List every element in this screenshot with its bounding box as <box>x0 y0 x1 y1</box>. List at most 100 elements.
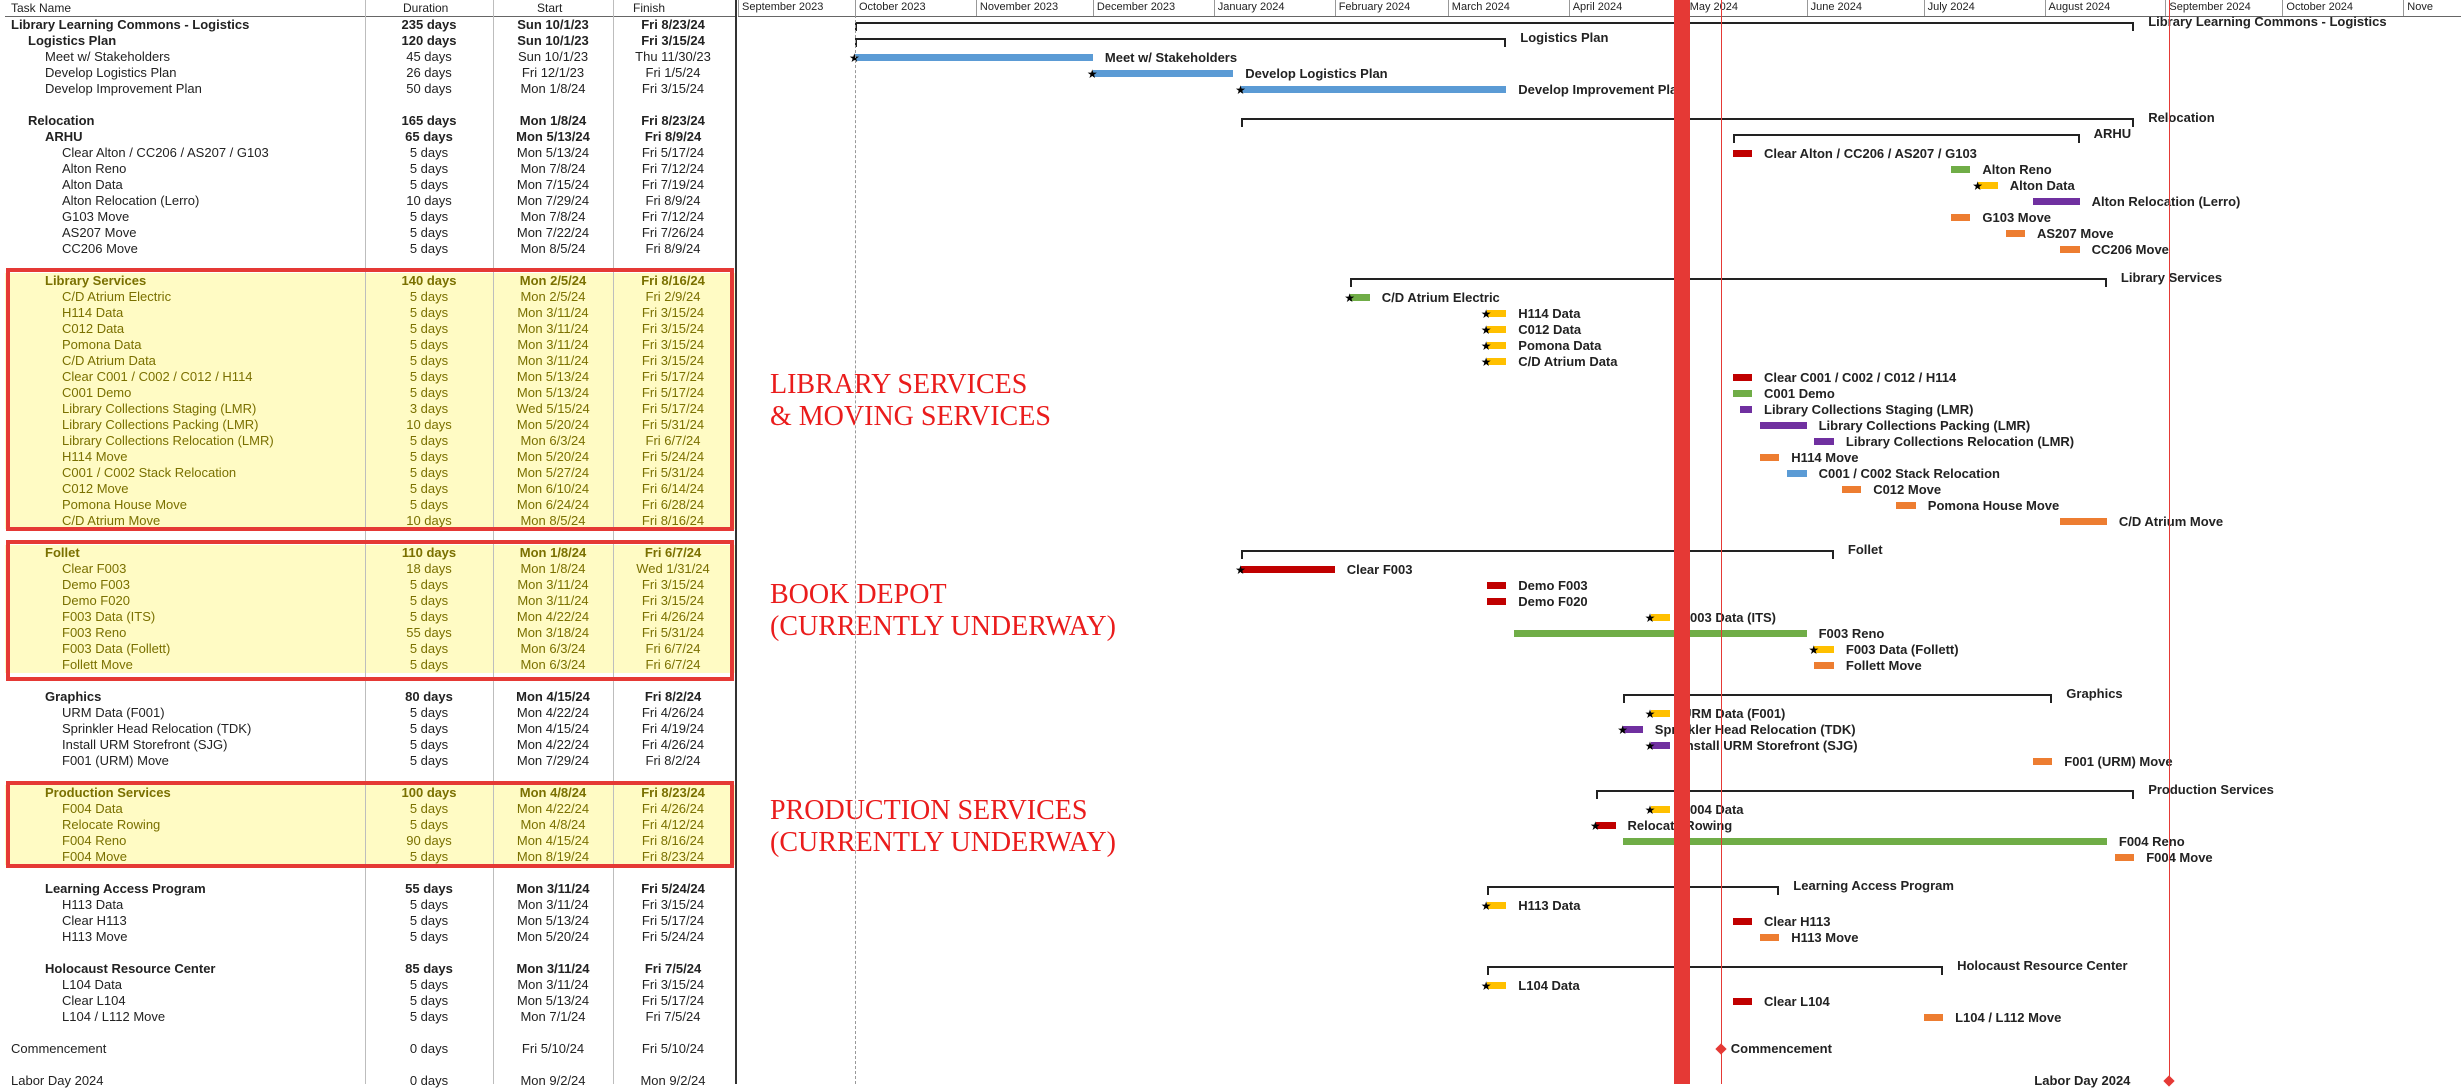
task-bar[interactable] <box>1759 422 1807 429</box>
task-bar[interactable] <box>1241 566 1335 573</box>
task-bar[interactable] <box>1740 406 1752 413</box>
task-bar[interactable] <box>1092 70 1234 77</box>
task-bar[interactable] <box>1486 598 1507 605</box>
table-row-blank[interactable] <box>5 97 735 113</box>
task-bar[interactable] <box>1814 438 1834 445</box>
table-row[interactable]: Meet w/ Stakeholders 45 days Sun 10/1/23 Th… <box>5 49 735 65</box>
table-row[interactable]: Alton Relocation (Lerro) 10 days Mon 7/29/… <box>5 193 735 209</box>
month-divider <box>1334 0 1336 16</box>
task-bar-label: CC206 Move <box>2091 242 2169 257</box>
task-bar[interactable] <box>1732 390 1752 397</box>
table-row[interactable]: H113 Move 5 days Mon 5/20/24 Fri 5/24/24 <box>5 929 735 945</box>
task-bar[interactable] <box>1759 454 1780 461</box>
finish-cell: Fri 8/9/24 <box>645 241 701 256</box>
table-row[interactable]: Learning Access Program 55 days Mon 3/11/2… <box>5 881 735 897</box>
task-bar[interactable] <box>1623 838 2107 845</box>
task-bar[interactable] <box>2060 246 2080 253</box>
task-bar[interactable] <box>1950 166 1971 173</box>
table-row[interactable]: Clear Alton / CC206 / AS207 / G103 5 days… <box>5 145 735 161</box>
table-row[interactable]: L104 / L112 Move 5 days Mon 7/1/24 Fri 7/5/… <box>5 1009 735 1025</box>
table-row[interactable]: Clear L104 5 days Mon 5/13/24 Fri 5/17/24 <box>5 993 735 1009</box>
task-bar[interactable] <box>2060 518 2107 525</box>
constraint-star-icon: ★ <box>1617 723 1629 737</box>
table-row[interactable]: H113 Data 5 days Mon 3/11/24 Fri 3/15/24 <box>5 897 735 913</box>
table-row[interactable]: Clear H113 5 days Mon 5/13/24 Fri 5/17/24 <box>5 913 735 929</box>
task-name-cell: Clear L104 <box>62 993 126 1008</box>
task-bar[interactable] <box>2032 198 2080 205</box>
task-bar[interactable] <box>1923 1014 1944 1021</box>
finish-cell: Fri 8/23/24 <box>641 17 705 32</box>
summary-bar-cap <box>2132 790 2135 799</box>
col-finish-header[interactable]: Finish <box>633 1 665 15</box>
task-bar[interactable] <box>1732 998 1752 1005</box>
duration-cell: 165 days <box>401 113 457 128</box>
task-bar[interactable] <box>1732 374 1752 381</box>
table-row[interactable]: Sprinkler Head Relocation (TDK) 5 days Mon… <box>5 721 735 737</box>
finish-cell: Fri 4/19/24 <box>641 721 705 736</box>
task-bar[interactable] <box>1841 486 1862 493</box>
table-row[interactable]: Alton Data 5 days Mon 7/15/24 Fri 7/19/24 <box>5 177 735 193</box>
task-bar[interactable] <box>2005 230 2025 237</box>
col-duration-header[interactable]: Duration <box>403 1 448 15</box>
task-bar[interactable] <box>1787 470 1807 477</box>
table-row[interactable]: Library Learning Commons - Logistics 235 … <box>5 17 735 33</box>
table-row[interactable]: L104 Data 5 days Mon 3/11/24 Fri 3/15/24 <box>5 977 735 993</box>
task-bar-label: Develop Logistics Plan <box>1245 66 1388 81</box>
summary-bar[interactable] <box>855 22 2135 24</box>
task-bar[interactable] <box>1759 934 1780 941</box>
table-row[interactable]: URM Data (F001) 5 days Mon 4/22/24 Fri 4/26… <box>5 705 735 721</box>
task-bar[interactable] <box>1486 582 1507 589</box>
task-bar-label: Clear C001 / C002 / C012 / H114 <box>1764 370 1957 385</box>
task-bar[interactable] <box>1814 662 1834 669</box>
duration-cell: 5 days <box>409 993 449 1008</box>
table-row[interactable]: Logistics Plan 120 days Sun 10/1/23 Fri 3/1… <box>5 33 735 49</box>
table-row[interactable]: CC206 Move 5 days Mon 8/5/24 Fri 8/9/24 <box>5 241 735 257</box>
task-bar[interactable] <box>1950 214 1971 221</box>
table-row[interactable]: Develop Improvement Plan 50 days Mon 1/8/2… <box>5 81 735 97</box>
col-task-name-header[interactable]: Task Name <box>11 1 71 15</box>
table-row[interactable]: AS207 Move 5 days Mon 7/22/24 Fri 7/26/24 <box>5 225 735 241</box>
start-cell: Mon 5/13/24 <box>516 145 590 160</box>
table-row[interactable]: Labor Day 2024 0 days Mon 9/2/24 Mon 9/2/24 <box>5 1073 735 1089</box>
table-row[interactable]: F001 (URM) Move 5 days Mon 7/29/24 Fri 8/2/… <box>5 753 735 769</box>
table-row[interactable]: Relocation 165 days Mon 1/8/24 Fri 8/23/24 <box>5 113 735 129</box>
summary-bar[interactable] <box>1350 278 2107 280</box>
summary-bar-cap <box>1831 550 1834 559</box>
task-bar-label: URM Data (F001) <box>1682 706 1786 721</box>
summary-bar[interactable] <box>1486 886 1780 888</box>
summary-bar[interactable] <box>1732 134 2080 136</box>
task-bar[interactable] <box>2032 758 2053 765</box>
task-bar[interactable] <box>855 54 1093 61</box>
table-row[interactable]: Holocaust Resource Center 85 days Mon 3/11… <box>5 961 735 977</box>
task-bar[interactable] <box>1514 630 1807 637</box>
task-bar[interactable] <box>1732 150 1752 157</box>
table-row[interactable]: Develop Logistics Plan 26 days Fri 12/1/23… <box>5 65 735 81</box>
summary-bar-label: Logistics Plan <box>1520 30 1609 45</box>
task-bar[interactable] <box>1896 502 1916 509</box>
table-row[interactable]: G103 Move 5 days Mon 7/8/24 Fri 7/12/24 <box>5 209 735 225</box>
task-bar[interactable] <box>2114 854 2135 861</box>
table-row[interactable]: Commencement 0 days Fri 5/10/24 Fri 5/10/24 <box>5 1041 735 1057</box>
col-start-header[interactable]: Start <box>537 1 562 15</box>
table-row[interactable]: Install URM Storefront (SJG) 5 days Mon 4/… <box>5 737 735 753</box>
table-row-blank[interactable] <box>5 1057 735 1073</box>
table-row[interactable]: ARHU 65 days Mon 5/13/24 Fri 8/9/24 <box>5 129 735 145</box>
summary-bar[interactable] <box>1241 550 1834 552</box>
task-bar[interactable] <box>1732 918 1752 925</box>
duration-cell: 0 days <box>409 1041 449 1056</box>
constraint-star-icon: ★ <box>1480 355 1492 369</box>
table-row-blank[interactable] <box>5 1025 735 1041</box>
summary-bar[interactable] <box>855 38 1507 40</box>
table-row[interactable]: Alton Reno 5 days Mon 7/8/24 Fri 7/12/24 <box>5 161 735 177</box>
table-row[interactable]: Graphics 80 days Mon 4/15/24 Fri 8/2/24 <box>5 689 735 705</box>
duration-cell: 45 days <box>406 49 452 64</box>
start-cell: Fri 12/1/23 <box>521 65 585 80</box>
finish-cell: Fri 7/26/24 <box>641 225 705 240</box>
summary-bar-label: Relocation <box>2148 110 2215 125</box>
start-cell: Mon 7/1/24 <box>520 1009 586 1024</box>
table-row-blank[interactable] <box>5 945 735 961</box>
summary-bar[interactable] <box>1486 966 1944 968</box>
summary-bar-label: ARHU <box>2093 126 2132 141</box>
start-cell: Mon 4/22/24 <box>516 737 590 752</box>
task-bar[interactable] <box>1241 86 1507 93</box>
